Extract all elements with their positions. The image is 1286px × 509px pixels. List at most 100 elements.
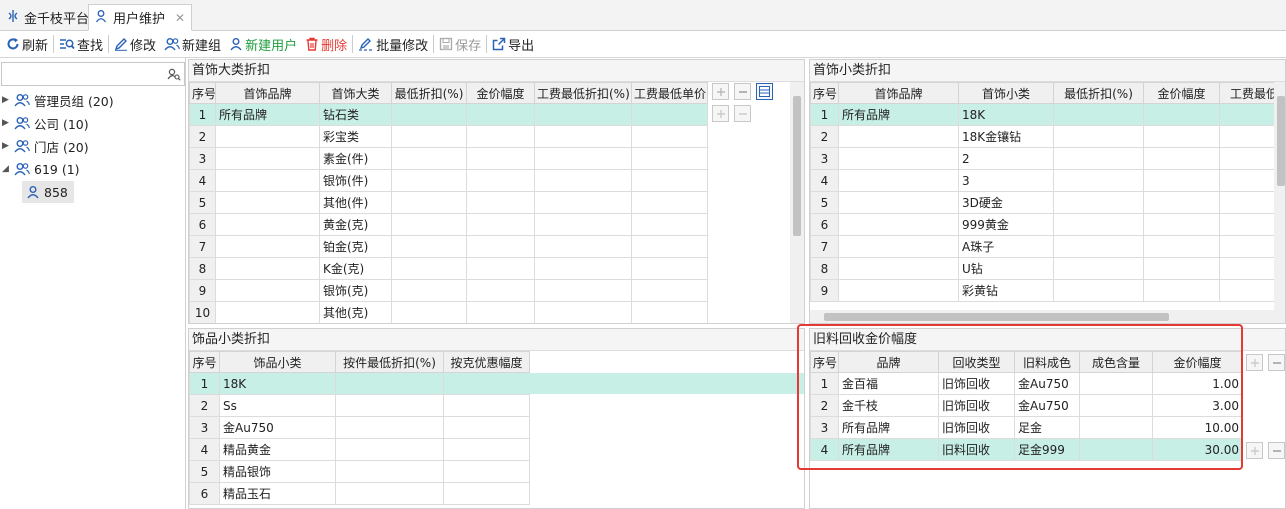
table-cell[interactable] (335, 372, 444, 395)
tree-node-858[interactable]: 858 (22, 181, 74, 203)
table-cell[interactable] (838, 191, 959, 214)
table-cell[interactable] (466, 235, 535, 258)
table-cell[interactable] (443, 416, 530, 439)
table-cell[interactable]: K金(克) (319, 257, 392, 280)
table-cell[interactable] (466, 103, 535, 126)
table-cell[interactable]: 10.00 (1152, 416, 1243, 439)
table-cell[interactable] (534, 213, 632, 236)
table-row[interactable]: 9 银饰(克) (189, 279, 708, 302)
table-cell[interactable] (335, 416, 444, 439)
col-header[interactable]: 按克优惠幅度 (443, 351, 530, 373)
table-cell[interactable]: 彩黄钻 (958, 279, 1054, 302)
col-header[interactable]: 最低折扣(%) (1053, 82, 1144, 104)
table-cell[interactable] (838, 169, 959, 192)
table-cell[interactable] (215, 213, 320, 236)
table-cell[interactable]: 999黄金 (958, 213, 1054, 236)
table-cell[interactable]: 2 (958, 147, 1054, 170)
col-header[interactable]: 回收类型 (938, 351, 1015, 373)
table-cell[interactable]: 所有品牌 (215, 103, 320, 126)
table-cell[interactable]: 钻石类 (319, 103, 392, 126)
table-cell[interactable] (443, 372, 530, 395)
table-cell[interactable] (1053, 279, 1144, 302)
table-cell[interactable] (466, 301, 535, 323)
table-cell[interactable]: 足金999 (1014, 438, 1080, 461)
table-cell[interactable]: 旧饰回收 (938, 372, 1015, 395)
col-header[interactable]: 旧料成色 (1014, 351, 1080, 373)
table-cell[interactable]: 30.00 (1152, 438, 1243, 461)
col-header[interactable]: 最低折扣(%) (391, 82, 467, 104)
table-cell[interactable] (1053, 103, 1144, 126)
table-cell[interactable]: 旧料回收 (938, 438, 1015, 461)
table-cell[interactable]: 银饰(克) (319, 279, 392, 302)
table-cell[interactable] (1143, 169, 1220, 192)
table-cell[interactable] (1053, 169, 1144, 192)
expand-arrow-icon[interactable]: ▶ (2, 118, 10, 128)
table-row[interactable]: 10 其他(克) (189, 301, 708, 323)
table-cell[interactable] (466, 191, 535, 214)
table-cell[interactable] (838, 213, 959, 236)
table-cell[interactable] (1053, 213, 1144, 236)
col-header[interactable]: 序号 (810, 351, 839, 373)
table-row[interactable]: 2 彩宝类 (189, 125, 708, 148)
tree-search-input[interactable] (1, 62, 185, 86)
delete-row-button[interactable] (734, 105, 751, 122)
table-row[interactable]: 3 金Au750 (189, 416, 530, 439)
table-cell[interactable]: 18K (219, 372, 336, 395)
table-row[interactable]: 5 其他(件) (189, 191, 708, 214)
remove-row-button[interactable] (734, 83, 751, 100)
scroll-thumb[interactable] (793, 96, 801, 236)
insert-row-button[interactable] (1246, 442, 1263, 459)
table-cell[interactable]: 金千枝 (838, 394, 939, 417)
table-cell[interactable] (1079, 372, 1153, 395)
table-cell[interactable] (534, 147, 632, 170)
table-cell[interactable]: Ss (219, 394, 336, 417)
table-row[interactable]: 9 彩黄钻 (810, 279, 1285, 302)
table-cell[interactable] (1143, 235, 1220, 258)
table-cell[interactable]: 精品银饰 (219, 460, 336, 483)
vertical-scrollbar[interactable] (1274, 82, 1285, 310)
tree-node-store[interactable]: ▶ 门店 (20) (2, 135, 89, 157)
table-cell[interactable] (215, 191, 320, 214)
table-cell[interactable] (1143, 257, 1220, 280)
table-cell[interactable] (466, 147, 535, 170)
close-icon[interactable]: ✕ (175, 11, 185, 25)
table-cell[interactable] (631, 235, 708, 258)
table-cell[interactable]: 金Au750 (1014, 394, 1080, 417)
table-cell[interactable] (335, 460, 444, 483)
col-header[interactable]: 首饰小类 (958, 82, 1054, 104)
table-cell[interactable]: A珠子 (958, 235, 1054, 258)
table-cell[interactable]: 彩宝类 (319, 125, 392, 148)
table-cell[interactable] (1053, 147, 1144, 170)
table-cell[interactable]: 1.00 (1152, 372, 1243, 395)
col-header[interactable]: 工费最低折扣(%) (534, 82, 632, 104)
table-cell[interactable] (1053, 235, 1144, 258)
table-row[interactable]: 32 (810, 147, 1285, 170)
tree-node-company[interactable]: ▶ 公司 (10) (2, 112, 89, 134)
table-cell[interactable]: 黄金(克) (319, 213, 392, 236)
table-cell[interactable]: 旧饰回收 (938, 416, 1015, 439)
table-row[interactable]: 7 A珠子 (810, 235, 1285, 258)
table-cell[interactable] (631, 191, 708, 214)
col-header[interactable]: 首饰大类 (319, 82, 392, 104)
table-cell[interactable] (466, 125, 535, 148)
batch-edit-button[interactable]: 批量修改 (354, 33, 432, 55)
table-cell[interactable] (466, 213, 535, 236)
table-cell[interactable] (215, 147, 320, 170)
col-header[interactable]: 金价幅度 (1152, 351, 1243, 373)
col-header[interactable]: 工费最低单价 (631, 82, 708, 104)
table-row[interactable]: 8 K金(克) (189, 257, 708, 280)
table-cell[interactable]: 金Au750 (219, 416, 336, 439)
table-cell[interactable]: 18K (958, 103, 1054, 126)
refresh-button[interactable]: 刷新 (2, 33, 52, 55)
table-cell[interactable] (391, 279, 467, 302)
table-row[interactable]: 6 黄金(克) (189, 213, 708, 236)
table-cell[interactable] (391, 257, 467, 280)
table-cell[interactable] (391, 191, 467, 214)
table-row[interactable]: 3 素金(件) (189, 147, 708, 170)
table-cell[interactable]: 3 (958, 169, 1054, 192)
table-cell[interactable] (215, 279, 320, 302)
table-cell[interactable]: 精品玉石 (219, 482, 336, 505)
table-cell[interactable] (534, 301, 632, 323)
table-cell[interactable]: 所有品牌 (838, 103, 959, 126)
grid-settings-button[interactable] (756, 83, 773, 100)
